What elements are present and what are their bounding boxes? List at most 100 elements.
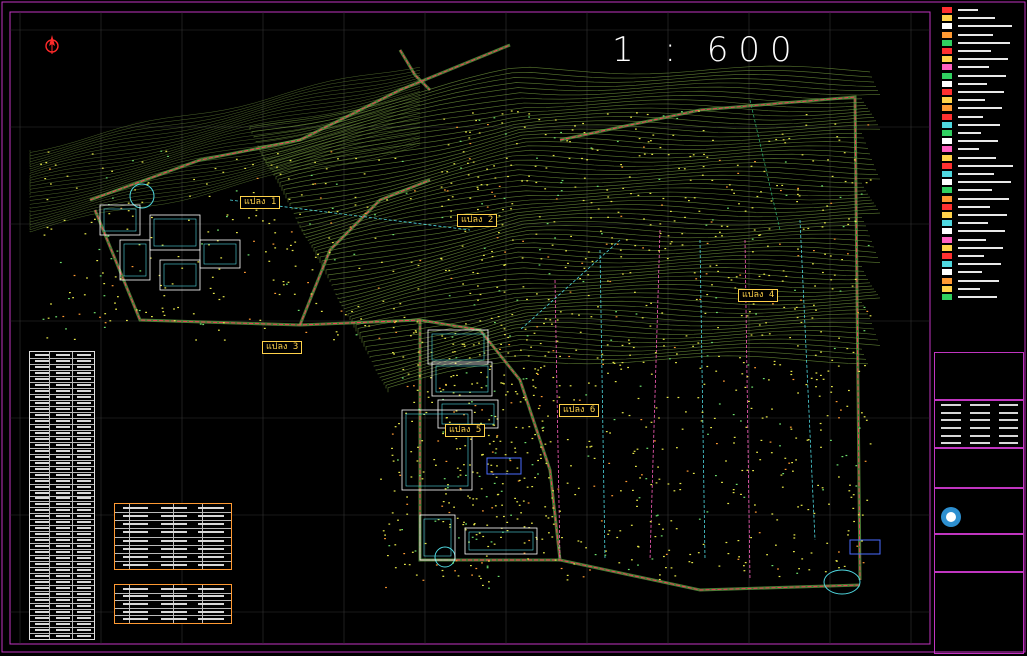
tree-symbol bbox=[511, 383, 513, 385]
legend-item bbox=[936, 113, 1022, 121]
tree-symbol bbox=[384, 534, 386, 536]
tree-symbol bbox=[496, 465, 498, 467]
tree-symbol bbox=[857, 514, 860, 516]
table-cell bbox=[56, 455, 71, 458]
tree-symbol bbox=[609, 280, 612, 283]
tree-symbol bbox=[444, 488, 447, 490]
contour-line bbox=[281, 132, 862, 191]
tree-symbol bbox=[863, 306, 866, 308]
tree-symbol bbox=[459, 448, 462, 450]
tree-symbol bbox=[560, 131, 562, 134]
tree-symbol bbox=[622, 273, 624, 275]
tree-symbol bbox=[496, 494, 499, 496]
tree-symbol bbox=[399, 474, 402, 476]
tree-symbol bbox=[865, 419, 868, 421]
tree-symbol bbox=[523, 542, 526, 544]
tree-symbol bbox=[522, 240, 524, 242]
tree-symbol bbox=[559, 510, 561, 512]
tree-symbol bbox=[681, 111, 683, 113]
legend-item bbox=[936, 88, 1022, 96]
table-rule bbox=[30, 417, 94, 419]
tree-symbol bbox=[751, 238, 754, 240]
tree-symbol bbox=[50, 228, 53, 230]
tree-symbol bbox=[501, 113, 504, 115]
cad-drawing-canvas[interactable]: 1 : 600 แปลง 1 แปลง 2 แปลง 3 แปลง 4 แปลง… bbox=[0, 0, 1027, 656]
tree-symbol bbox=[287, 281, 290, 283]
tree-symbol bbox=[336, 211, 339, 213]
tree-symbol bbox=[471, 574, 473, 576]
tree-symbol bbox=[452, 375, 455, 377]
tree-symbol bbox=[590, 217, 592, 219]
tree-symbol bbox=[549, 319, 552, 321]
table-cell bbox=[35, 431, 50, 434]
tree-symbol bbox=[333, 259, 336, 261]
legend-item bbox=[936, 170, 1022, 178]
tree-symbol bbox=[442, 575, 445, 577]
building-inner bbox=[435, 365, 489, 393]
table-cell bbox=[56, 479, 71, 482]
tree-symbol bbox=[833, 347, 836, 350]
tree-symbol bbox=[588, 382, 590, 384]
tree-symbol bbox=[469, 292, 472, 294]
tree-symbol bbox=[55, 316, 58, 318]
tree-symbol bbox=[278, 293, 281, 296]
tree-symbol bbox=[697, 397, 700, 399]
tree-symbol bbox=[617, 211, 620, 213]
table-rule bbox=[30, 561, 94, 563]
tree-symbol bbox=[540, 367, 542, 369]
tree-symbol bbox=[707, 433, 709, 435]
tree-symbol bbox=[677, 396, 680, 399]
tree-symbol bbox=[773, 363, 776, 366]
tree-symbol bbox=[608, 530, 611, 532]
tree-symbol bbox=[647, 141, 650, 143]
tree-symbol bbox=[462, 151, 465, 153]
table-cell bbox=[76, 419, 91, 422]
table-cell bbox=[76, 533, 91, 536]
tree-symbol bbox=[442, 432, 444, 435]
tree-symbol bbox=[490, 471, 493, 473]
tree-symbol bbox=[843, 152, 846, 154]
tree-symbol bbox=[446, 417, 448, 419]
legend-item bbox=[936, 178, 1022, 186]
tree-symbol bbox=[49, 168, 51, 170]
table-rule bbox=[30, 531, 94, 533]
tree-symbol bbox=[649, 224, 652, 226]
tree-symbol bbox=[628, 414, 631, 417]
tree-symbol bbox=[410, 261, 413, 263]
tree-symbol bbox=[480, 184, 483, 186]
tree-symbol bbox=[320, 310, 323, 312]
tree-symbol bbox=[578, 399, 581, 401]
tree-symbol bbox=[463, 464, 465, 466]
tree-symbol bbox=[590, 202, 593, 204]
table-cell bbox=[161, 539, 187, 542]
tree-symbol bbox=[655, 482, 658, 484]
tree-symbol bbox=[189, 195, 191, 197]
tree-symbol bbox=[163, 314, 166, 316]
tree-symbol bbox=[735, 389, 738, 391]
tree-symbol bbox=[526, 298, 528, 300]
tree-symbol bbox=[578, 314, 580, 316]
tree-symbol bbox=[509, 335, 511, 337]
tree-symbol bbox=[556, 340, 559, 342]
tree-symbol bbox=[568, 157, 571, 160]
tree-symbol bbox=[510, 402, 513, 404]
tree-symbol bbox=[551, 323, 553, 325]
tree-symbol bbox=[514, 447, 516, 449]
tree-symbol bbox=[435, 464, 437, 466]
tree-symbol bbox=[639, 477, 641, 479]
contour-line bbox=[311, 195, 873, 248]
tree-symbol bbox=[44, 178, 47, 180]
tree-symbol bbox=[602, 363, 604, 365]
tree-symbol bbox=[590, 316, 593, 318]
tree-symbol bbox=[516, 143, 518, 145]
tree-symbol bbox=[705, 273, 708, 275]
legend-text-line bbox=[958, 123, 1000, 126]
table-cell bbox=[998, 426, 1018, 429]
table-cell bbox=[76, 353, 91, 356]
tree-symbol bbox=[770, 200, 773, 202]
tree-symbol bbox=[857, 312, 859, 314]
tree-symbol bbox=[554, 559, 557, 561]
tree-symbol bbox=[504, 264, 507, 266]
tree-symbol bbox=[852, 351, 855, 353]
tree-symbol bbox=[416, 460, 419, 462]
